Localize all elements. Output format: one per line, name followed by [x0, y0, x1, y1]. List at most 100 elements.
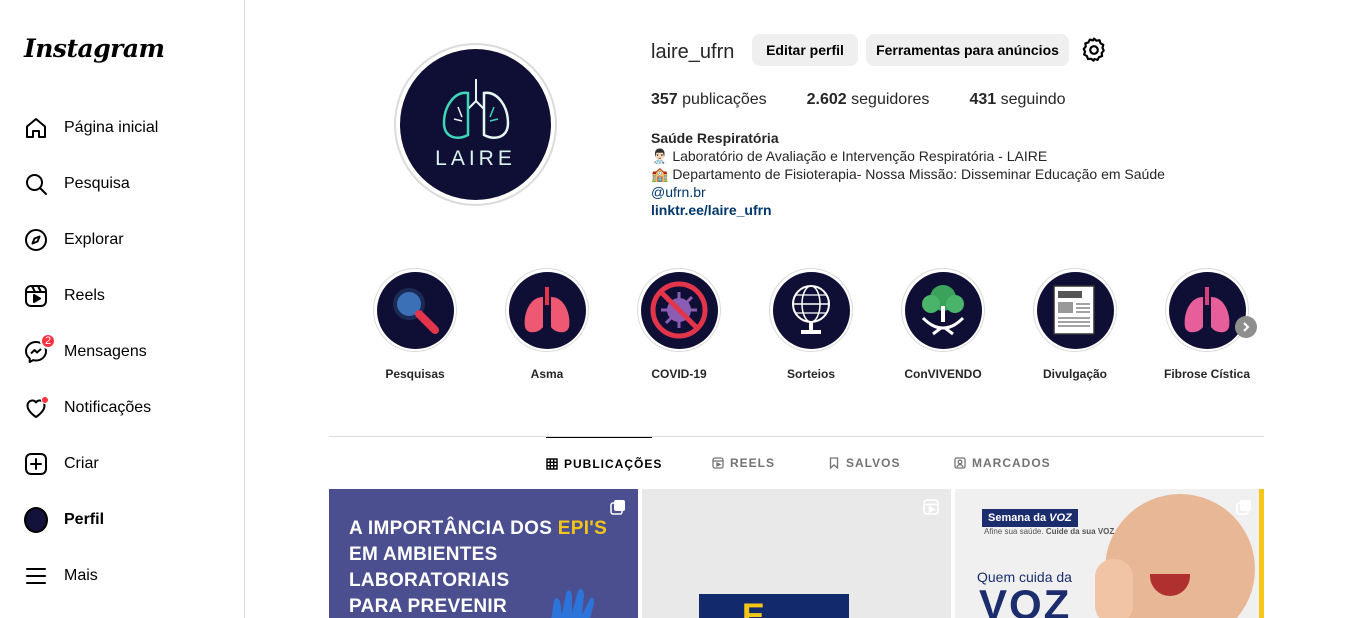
profile-username: laire_ufrn — [651, 41, 735, 63]
highlight-asma[interactable]: Asma — [502, 268, 592, 381]
sidebar-item-messages[interactable]: 2 Mensagens — [12, 328, 232, 376]
highlight-convivendo[interactable]: ConVIVENDO — [898, 268, 988, 381]
following-stat[interactable]: 431 seguindo — [969, 91, 1065, 109]
bio-mention-link[interactable]: @ufrn.br — [651, 183, 1165, 201]
grid-icon — [546, 457, 558, 470]
following-count: 431 — [969, 91, 997, 108]
sidebar-item-explore[interactable]: Explorar — [12, 216, 232, 264]
highlight-covid[interactable]: COVID-19 — [634, 268, 724, 381]
lungs-icon — [442, 78, 509, 139]
post-art-block — [699, 594, 849, 618]
tab-label: REELS — [730, 456, 776, 470]
search-icon — [24, 172, 48, 196]
post-tile[interactable]: Semana da VOZ Afine sua saúde. Cuide da … — [955, 489, 1264, 618]
highlight-label: Fibrose Cística — [1163, 367, 1251, 381]
highlight-label: ConVIVENDO — [904, 367, 982, 381]
highlight-sorteios[interactable]: Sorteios — [766, 268, 856, 381]
sidebar-item-create[interactable]: Criar — [12, 440, 232, 488]
messenger-icon: 2 — [24, 333, 56, 364]
avatar — [24, 507, 48, 533]
tab-label: SALVOS — [846, 456, 901, 470]
instagram-logo[interactable]: Instagram — [24, 34, 165, 63]
sidebar-item-label: Criar — [64, 455, 99, 472]
highlight-divulgacao[interactable]: Divulgação — [1030, 268, 1120, 381]
glove-illustration — [551, 588, 594, 618]
carousel-icon — [610, 499, 626, 520]
reels-icon — [712, 457, 724, 469]
post-subtitle: Afine sua saúde. Cuide da sua VOZ — [984, 527, 1114, 536]
highlights-next-button[interactable] — [1235, 316, 1257, 338]
bio-name: Saúde Respiratória — [651, 130, 779, 146]
tree-hands-icon — [921, 285, 965, 336]
sidebar-item-notifications[interactable]: Notificações — [12, 384, 232, 432]
followers-label: seguidores — [851, 91, 930, 108]
post-text-highlight: EPI'S — [557, 518, 608, 539]
reels-icon — [24, 284, 48, 308]
plus-square-icon — [24, 452, 48, 476]
highlight-label: Divulgação — [1042, 367, 1108, 381]
tabs-divider — [329, 436, 1264, 437]
tab-salvos[interactable]: SALVOS — [828, 437, 900, 489]
sidebar-item-home[interactable]: Página inicial — [12, 104, 232, 152]
bio-external-link[interactable]: linktr.ee/laire_ufrn — [651, 201, 1165, 219]
carousel-icon — [1236, 499, 1252, 520]
bio-line: 🏫 Departamento de Fisioterapia- Nossa Mi… — [651, 166, 1165, 182]
sidebar-item-profile[interactable]: Perfil — [12, 496, 232, 544]
post-photo-hand — [1095, 559, 1133, 618]
reel-indicator-icon — [923, 499, 939, 520]
posts-stat: 357 publicações — [651, 91, 767, 109]
post-text: Semana da — [988, 512, 1050, 524]
tab-marcados[interactable]: MARCADOS — [954, 437, 1051, 489]
post-text-highlight: Cuide da sua VOZ — [1045, 527, 1115, 536]
highlight-label: COVID-19 — [651, 367, 707, 381]
following-label: seguindo — [1000, 91, 1066, 108]
post-tag: Semana da VOZ — [982, 509, 1078, 527]
sidebar-item-label: Pesquisa — [64, 175, 130, 192]
highlight-label: Pesquisas — [385, 367, 445, 381]
highlight-pesquisas[interactable]: Pesquisas — [370, 268, 460, 381]
tagged-icon — [954, 457, 966, 469]
edit-profile-button[interactable]: Editar perfil — [752, 34, 858, 66]
followers-stat[interactable]: 2.602 seguidores — [807, 91, 930, 109]
magnifier-icon — [393, 288, 439, 334]
lungs-icon — [1184, 287, 1230, 333]
post-text: VOZ — [979, 581, 1072, 618]
home-icon — [24, 116, 48, 140]
sidebar: Instagram Página inicial Pesquisa Explor… — [0, 0, 245, 618]
post-text: E — [742, 597, 765, 618]
post-text: EM AMBIENTES — [349, 544, 498, 565]
sidebar-item-more[interactable]: Mais — [12, 552, 232, 600]
highlight-label: Sorteios — [786, 367, 835, 381]
profile-bio: Saúde Respiratória 👨🏻‍⚕️ Laboratório de … — [651, 129, 1165, 219]
gear-icon[interactable] — [1081, 37, 1107, 63]
followers-count: 2.602 — [806, 91, 847, 108]
lungs-icon — [524, 287, 570, 333]
sidebar-item-reels[interactable]: Reels — [12, 272, 232, 320]
sidebar-item-label: Explorar — [64, 231, 124, 248]
avatar: LAIRE — [400, 49, 551, 200]
post-tile[interactable]: E — [642, 489, 951, 618]
profile-stats: 357 publicações 2.602 seguidores 431 seg… — [651, 91, 1106, 109]
virus-prohibited-icon — [650, 281, 708, 339]
sidebar-item-label: Notificações — [64, 399, 152, 416]
post-text: Afine sua saúde. — [984, 527, 1046, 536]
ad-tools-button[interactable]: Ferramentas para anúncios — [866, 34, 1069, 66]
bio-line: 👨🏻‍⚕️ Laboratório de Avaliação e Interve… — [651, 148, 1048, 164]
profile-avatar-large[interactable]: LAIRE — [394, 43, 557, 206]
tab-reels[interactable]: REELS — [712, 437, 775, 489]
heart-icon — [24, 396, 49, 420]
messages-badge: 2 — [40, 333, 56, 349]
compass-icon — [24, 228, 48, 252]
post-accent-bar — [1259, 489, 1264, 618]
notification-dot — [41, 396, 49, 404]
sidebar-item-label: Reels — [64, 287, 105, 304]
tab-label: MARCADOS — [972, 456, 1051, 470]
post-text-highlight: VOZ — [1049, 512, 1072, 524]
newspaper-icon — [1053, 285, 1095, 335]
sidebar-item-search[interactable]: Pesquisa — [12, 160, 232, 208]
sidebar-item-label: Perfil — [64, 511, 105, 528]
avatar-label: LAIRE — [435, 146, 516, 170]
tab-publicacoes[interactable]: PUBLICAÇÕES — [546, 437, 661, 489]
post-tile[interactable]: A IMPORTÂNCIA DOS EPI'S EM AMBIENTES LAB… — [329, 489, 638, 618]
post-text: A IMPORTÂNCIA DOS — [349, 518, 558, 539]
